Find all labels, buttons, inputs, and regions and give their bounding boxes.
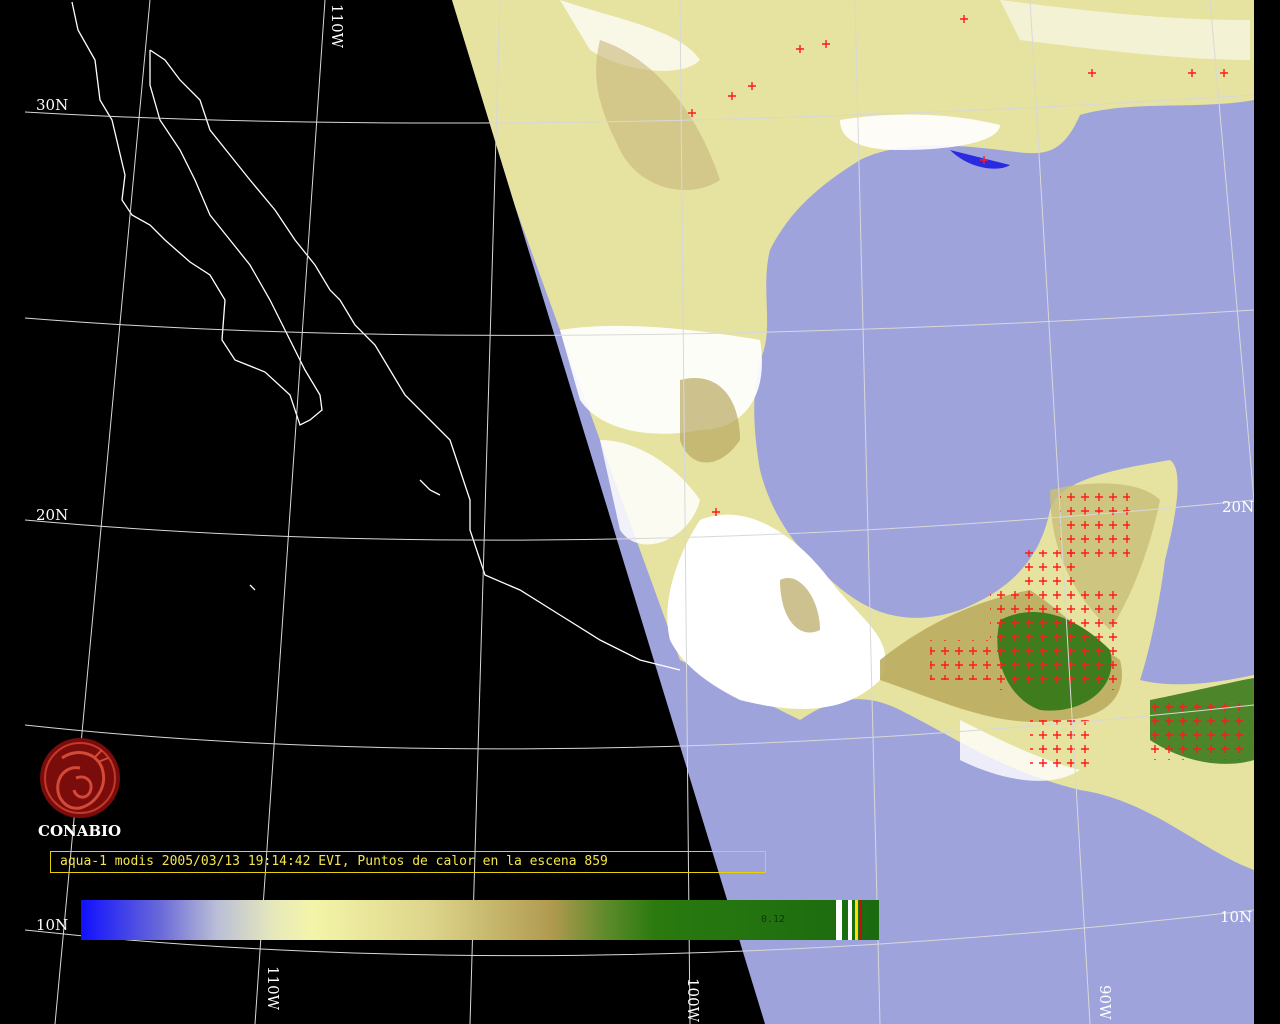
lat-label-10n: 10N	[36, 916, 68, 934]
lon-label-90w: 90W	[1096, 985, 1114, 1020]
hotspot-cluster	[990, 590, 1120, 690]
lat-label-10n-right: 10N	[1220, 908, 1252, 926]
hotspot-cluster	[1150, 700, 1250, 760]
lon-label-100w: 100W	[684, 978, 702, 1023]
hotspot-cluster	[1020, 550, 1080, 590]
colorbar-mark-red	[859, 900, 862, 940]
lat-label-30n: 30N	[36, 96, 68, 114]
hotspot-cluster	[1030, 720, 1090, 770]
conabio-seal-icon	[40, 738, 120, 818]
hotspot-cluster	[1060, 490, 1130, 560]
lat-label-20n-right: 20N	[1222, 498, 1254, 516]
colorbar-mark-white	[848, 900, 852, 940]
lon-label-110w-top: 110W	[328, 4, 346, 49]
org-name: CONABIO	[38, 822, 122, 840]
lon-label-110w: 110W	[264, 966, 282, 1011]
colorbar-tick-label: 0.12	[761, 914, 786, 925]
evi-colorbar: 0.12	[81, 900, 879, 940]
hotspot-cluster	[930, 640, 990, 680]
scene-caption: aqua-1 modis 2005/03/13 19:14:42 EVI, Pu…	[50, 851, 766, 873]
colorbar-mark-yellow	[855, 900, 858, 940]
colorbar-mark-white	[836, 900, 842, 940]
frame-edge	[1254, 0, 1280, 1024]
lat-label-20n: 20N	[36, 506, 68, 524]
